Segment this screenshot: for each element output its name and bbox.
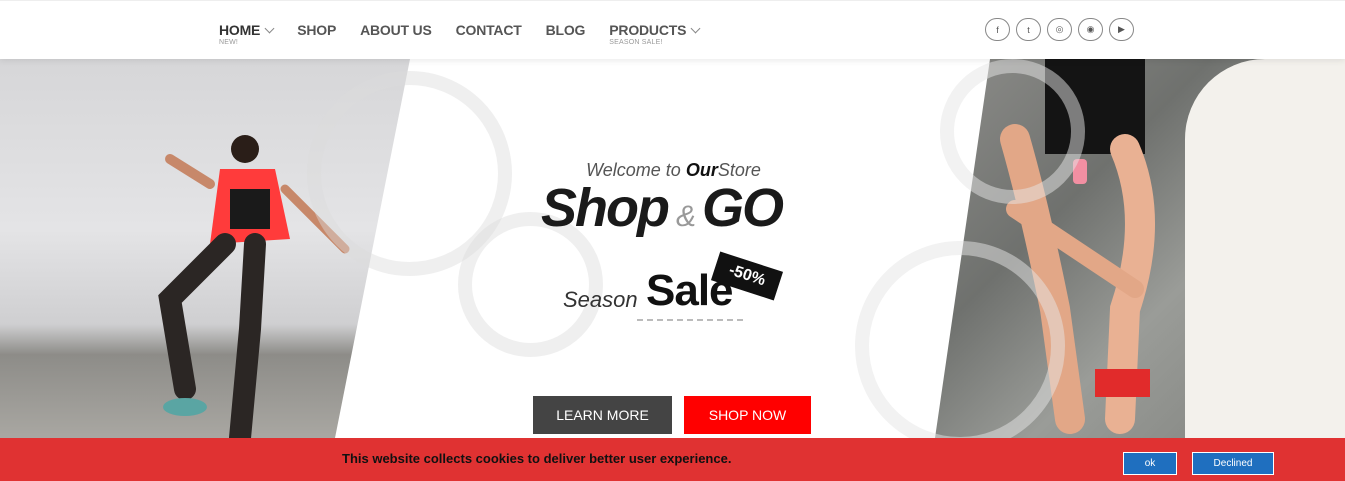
nav-item-sublabel: SEASON SALE! (609, 39, 663, 46)
facebook-icon[interactable]: f (985, 18, 1010, 41)
twitter-icon[interactable]: t (1016, 18, 1041, 41)
hero-brand-title: Shop & GO (541, 177, 784, 239)
social-links: f t ◎ ◉ ▶ (985, 18, 1134, 41)
chevron-down-icon (690, 23, 701, 34)
hero-banner: Welcome to OurStore Shop & GO Season Sale … (0, 59, 1345, 438)
youtube-icon[interactable]: ▶ (1109, 18, 1134, 41)
chevron-down-icon (264, 23, 275, 34)
nav-item-label: BLOG (545, 22, 586, 38)
nav-item-shop[interactable]: SHOP (297, 22, 336, 38)
sale-underline (637, 319, 743, 321)
nav-item-contact[interactable]: CONTACT (456, 22, 522, 38)
nav-item-label: PRODUCTS (609, 22, 687, 38)
main-nav: HOME NEW! SHOP ABOUT US CONTACT BLOG PRO… (219, 22, 723, 46)
learn-more-button[interactable]: LEARN MORE (533, 396, 672, 434)
surfboard-image (1185, 59, 1345, 438)
cookie-message: This website collects cookies to deliver… (342, 451, 732, 466)
nav-item-sublabel: NEW! (219, 39, 239, 46)
season-label: Season (563, 287, 638, 312)
dribbble-icon[interactable]: ◎ (1047, 18, 1072, 41)
nav-item-about-us[interactable]: ABOUT US (360, 22, 432, 38)
site-header: HOME NEW! SHOP ABOUT US CONTACT BLOG PRO… (0, 0, 1345, 59)
cookie-ok-button[interactable]: ok (1123, 452, 1177, 475)
decor-circle (940, 59, 1085, 204)
brand-left: Shop (541, 178, 670, 238)
nav-item-label: CONTACT (455, 22, 522, 38)
nav-item-label: HOME (219, 22, 261, 38)
decor-circle (855, 241, 1065, 438)
cookie-banner: This website collects cookies to deliver… (0, 438, 1345, 481)
shop-now-button[interactable]: SHOP NOW (684, 396, 811, 434)
nav-item-label: SHOP (297, 22, 337, 38)
brand-ampersand: & (675, 200, 696, 233)
nav-item-label: ABOUT US (360, 22, 432, 38)
cookie-declined-button[interactable]: Declined (1192, 452, 1274, 475)
nav-item-home[interactable]: HOME NEW! (219, 22, 275, 46)
nav-item-products[interactable]: PRODUCTS SEASON SALE! (609, 22, 701, 46)
instagram-icon[interactable]: ◉ (1078, 18, 1103, 41)
brand-right: GO (702, 178, 784, 238)
nav-item-blog[interactable]: BLOG (546, 22, 586, 38)
